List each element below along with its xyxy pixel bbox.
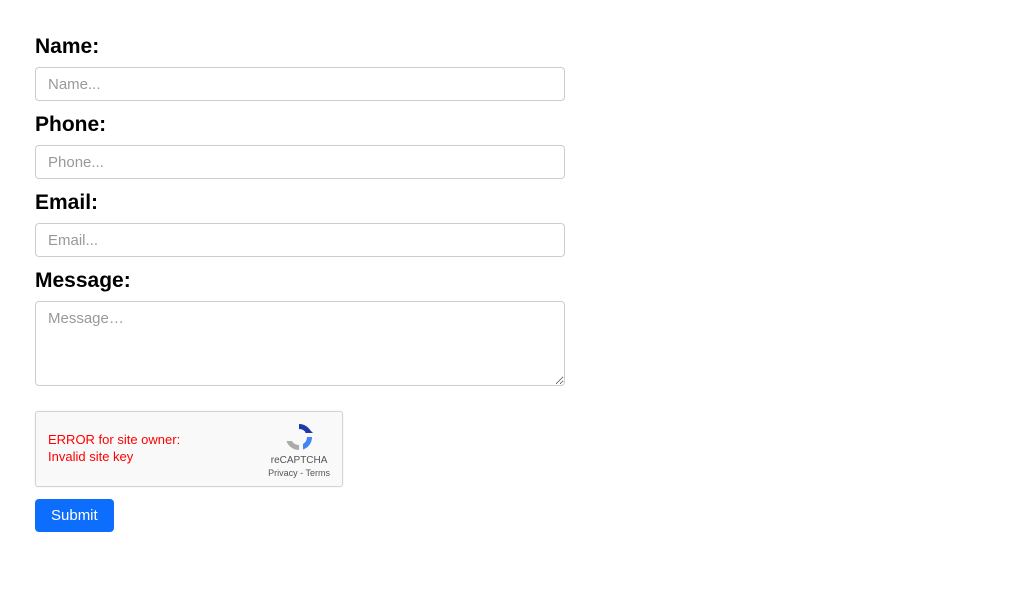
submit-button[interactable]: Submit [35,499,114,532]
message-textarea[interactable] [35,301,565,386]
recaptcha-links[interactable]: Privacy - Terms [268,468,330,478]
recaptcha-error-text: ERROR for site owner: Invalid site key [48,432,208,466]
name-group: Name: [35,35,565,101]
name-label: Name: [35,35,565,59]
recaptcha-widget[interactable]: ERROR for site owner: Invalid site key r… [35,411,343,487]
email-input[interactable] [35,223,565,257]
name-input[interactable] [35,67,565,101]
recaptcha-icon [283,421,315,453]
phone-label: Phone: [35,113,565,137]
recaptcha-brand-area: reCAPTCHA Privacy - Terms [268,421,330,478]
email-label: Email: [35,191,565,215]
message-group: Message: [35,269,565,391]
message-label: Message: [35,269,565,293]
phone-group: Phone: [35,113,565,179]
phone-input[interactable] [35,145,565,179]
contact-form: Name: Phone: Email: Message: ERROR for s… [35,35,565,532]
email-group: Email: [35,191,565,257]
recaptcha-brand-label: reCAPTCHA [271,455,328,466]
